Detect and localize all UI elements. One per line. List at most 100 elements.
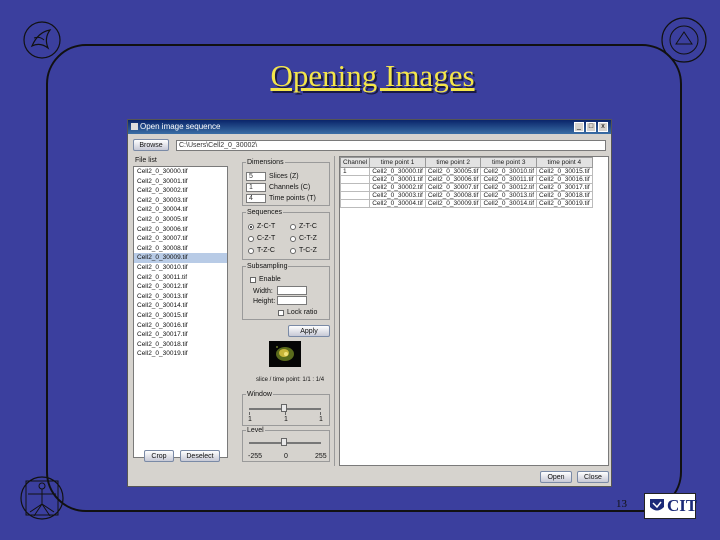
subsampling-panel: Subsampling Enable Width: Height: Lock r…: [242, 263, 330, 320]
table-cell[interactable]: Cell2_0_30014.tif: [480, 199, 538, 208]
file-list-item[interactable]: Cell2_0_30018.tif: [134, 340, 227, 350]
level-slider-thumb[interactable]: [281, 438, 287, 446]
tick: [285, 412, 286, 415]
channels-field[interactable]: 1: [246, 183, 266, 192]
file-list-item[interactable]: Cell2_0_30012.tif: [134, 282, 227, 292]
radio-c-t-z[interactable]: [290, 236, 296, 242]
table-cell[interactable]: Cell2_0_30001.tif: [369, 175, 426, 184]
open-image-sequence-window: Open image sequence _ □ x Browse C:\User…: [127, 119, 612, 487]
file-list-item[interactable]: Cell2_0_30017.tif: [134, 330, 227, 340]
close-icon[interactable]: x: [598, 122, 608, 132]
splitter[interactable]: [334, 156, 335, 466]
file-list-item[interactable]: Cell2_0_30005.tif: [134, 215, 227, 225]
table-row[interactable]: Cell2_0_30004.tif Cell2_0_30009.tif Cell2_…: [340, 199, 593, 208]
window-tick-label-mid: 1: [284, 416, 288, 423]
browse-button[interactable]: Browse: [133, 139, 169, 151]
column-header[interactable]: time point 1: [369, 157, 426, 168]
file-list-item[interactable]: Cell2_0_30019.tif: [134, 349, 227, 359]
table-cell[interactable]: [340, 175, 371, 184]
radio-z-c-t[interactable]: [248, 224, 254, 230]
table-cell[interactable]: Cell2_0_30002.tif: [369, 183, 426, 192]
file-list-item[interactable]: Cell2_0_30009.tif: [134, 253, 227, 263]
table-cell[interactable]: [340, 191, 371, 200]
radio-label-t-c-z: T-C-Z: [299, 247, 317, 254]
table-cell[interactable]: [340, 199, 371, 208]
table-cell[interactable]: Cell2_0_30003.tif: [369, 191, 426, 200]
table-row[interactable]: Cell2_0_30001.tif Cell2_0_30006.tif Cell2_…: [340, 175, 593, 184]
table-row[interactable]: Cell2_0_30002.tif Cell2_0_30007.tif Cell2_…: [340, 183, 593, 192]
minimize-icon[interactable]: _: [574, 122, 584, 132]
window-slider-thumb[interactable]: [281, 404, 287, 412]
radio-z-t-c[interactable]: [290, 224, 296, 230]
height-label: Height:: [253, 298, 276, 305]
table-cell[interactable]: Cell2_0_30009.tif: [424, 199, 482, 208]
file-list-item[interactable]: Cell2_0_30013.tif: [134, 292, 227, 302]
sequence-table[interactable]: Channel time point 1 time point 2 time p…: [339, 156, 609, 466]
table-cell[interactable]: Cell2_0_30004.tif: [369, 199, 426, 208]
sequences-header: Sequences: [246, 209, 284, 216]
table-cell[interactable]: Cell2_0_30005.tif: [424, 167, 482, 176]
table-cell[interactable]: Cell2_0_30015.tif: [536, 167, 593, 176]
file-list-item[interactable]: Cell2_0_30011.tif: [134, 273, 227, 283]
table-cell[interactable]: [340, 183, 371, 192]
file-list-item[interactable]: Cell2_0_30007.tif: [134, 234, 227, 244]
table-cell[interactable]: Cell2_0_30010.tif: [480, 167, 538, 176]
window-titlebar[interactable]: Open image sequence _ □ x: [128, 120, 611, 134]
file-list-item[interactable]: Cell2_0_30003.tif: [134, 196, 227, 206]
close-button[interactable]: Close: [577, 471, 609, 483]
table-cell[interactable]: Cell2_0_30018.tif: [536, 191, 593, 200]
width-field[interactable]: [277, 286, 307, 295]
crop-button[interactable]: Crop: [144, 450, 174, 462]
time-points-field[interactable]: 4: [246, 194, 266, 203]
subsampling-header: Subsampling: [246, 263, 289, 270]
file-list-item[interactable]: Cell2_0_30001.tif: [134, 177, 227, 187]
table-cell[interactable]: Cell2_0_30012.tif: [480, 183, 538, 192]
file-list-item[interactable]: Cell2_0_30006.tif: [134, 225, 227, 235]
apply-button[interactable]: Apply: [288, 325, 330, 337]
path-field[interactable]: C:\Users\Cell2_0_30002\: [176, 140, 606, 151]
table-cell[interactable]: Cell2_0_30017.tif: [536, 183, 593, 192]
enable-label: Enable: [259, 276, 281, 283]
radio-label-c-z-t: C-Z-T: [257, 235, 276, 242]
file-list-item[interactable]: Cell2_0_30002.tif: [134, 186, 227, 196]
table-cell[interactable]: Cell2_0_30011.tif: [480, 175, 538, 184]
radio-t-z-c[interactable]: [248, 248, 254, 254]
width-label: Width:: [253, 288, 273, 295]
table-row[interactable]: 1 Cell2_0_30000.tif Cell2_0_30005.tif Cell2…: [340, 167, 593, 176]
table-cell[interactable]: Cell2_0_30006.tif: [424, 175, 482, 184]
table-cell[interactable]: Cell2_0_30008.tif: [424, 191, 482, 200]
table-cell[interactable]: Cell2_0_30019.tif: [536, 199, 593, 208]
cit-logo: CIT: [644, 493, 697, 519]
lock-ratio-checkbox[interactable]: [278, 310, 284, 316]
file-list-item[interactable]: Cell2_0_30008.tif: [134, 244, 227, 254]
open-button[interactable]: Open: [540, 471, 572, 483]
table-cell[interactable]: Cell2_0_30000.tif: [369, 167, 426, 176]
column-header[interactable]: Channel: [340, 157, 371, 168]
table-row[interactable]: Cell2_0_30003.tif Cell2_0_30008.tif Cell2_…: [340, 191, 593, 200]
file-list-item[interactable]: Cell2_0_30000.tif: [134, 167, 227, 177]
file-list[interactable]: Cell2_0_30000.tif Cell2_0_30001.tif Cell2_…: [133, 166, 228, 458]
file-list-item[interactable]: Cell2_0_30004.tif: [134, 205, 227, 215]
radio-t-c-z[interactable]: [290, 248, 296, 254]
table-cell[interactable]: 1: [340, 167, 371, 176]
table-cell[interactable]: Cell2_0_30013.tif: [480, 191, 538, 200]
height-field[interactable]: [277, 296, 307, 305]
table-cell[interactable]: Cell2_0_30007.tif: [424, 183, 482, 192]
column-header[interactable]: time point 2: [424, 157, 482, 168]
app-icon: [131, 123, 138, 130]
column-header[interactable]: time point 3: [480, 157, 538, 168]
maximize-icon[interactable]: □: [586, 122, 596, 132]
deselect-button[interactable]: Deselect: [180, 450, 220, 462]
file-list-item[interactable]: Cell2_0_30015.tif: [134, 311, 227, 321]
file-list-item[interactable]: Cell2_0_30010.tif: [134, 263, 227, 273]
column-header[interactable]: time point 4: [536, 157, 593, 168]
sequences-panel: Sequences Z-C-T Z-T-C C-Z-T C-T-Z T-Z-C …: [242, 209, 330, 260]
slices-field[interactable]: 5: [246, 172, 266, 181]
dimensions-header: Dimensions: [246, 159, 285, 166]
window-header: Window: [246, 391, 273, 398]
enable-checkbox[interactable]: [250, 277, 256, 283]
radio-c-z-t[interactable]: [248, 236, 254, 242]
file-list-item[interactable]: Cell2_0_30014.tif: [134, 301, 227, 311]
file-list-item[interactable]: Cell2_0_30016.tif: [134, 321, 227, 331]
table-cell[interactable]: Cell2_0_30016.tif: [536, 175, 593, 184]
